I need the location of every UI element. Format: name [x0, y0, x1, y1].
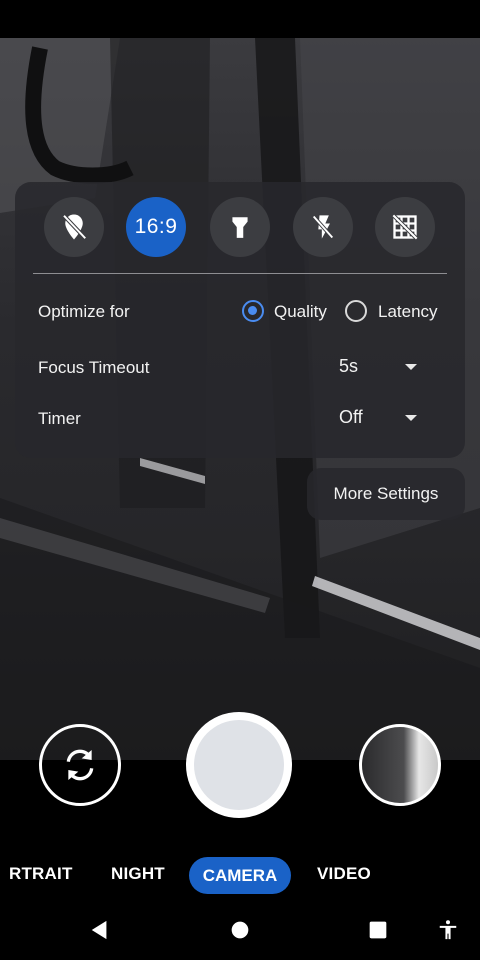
nav-recents-button[interactable]	[362, 914, 394, 946]
chevron-down-icon	[405, 364, 417, 370]
flashlight-icon	[232, 217, 248, 238]
back-icon	[91, 920, 107, 940]
focus-timeout-value: 5s	[339, 356, 359, 376]
focus-timeout-label: Focus Timeout	[38, 358, 150, 377]
latency-radio-label[interactable]: Latency	[378, 302, 438, 322]
timer-dropdown[interactable]: Off	[335, 403, 425, 433]
camera-app: 16:9 Optimize for Quality Latency Focus …	[0, 0, 480, 960]
chevron-down-icon	[405, 415, 417, 421]
torch-toggle-button[interactable]	[210, 197, 270, 257]
panel-divider	[33, 273, 447, 274]
focus-timeout-dropdown[interactable]: 5s	[335, 352, 425, 382]
accessibility-icon	[439, 920, 457, 940]
gallery-thumbnail[interactable]	[359, 724, 441, 806]
latency-radio[interactable]	[345, 300, 367, 322]
mode-portrait[interactable]: RTRAIT	[9, 864, 73, 884]
location-off-icon	[62, 214, 87, 240]
accessibility-button[interactable]	[432, 914, 464, 946]
nav-back-button[interactable]	[84, 914, 116, 946]
quality-radio[interactable]	[242, 300, 264, 322]
nav-home-button[interactable]	[224, 914, 256, 946]
quick-settings-panel: 16:9 Optimize for Quality Latency Focus …	[15, 182, 465, 458]
mode-night[interactable]: NIGHT	[111, 864, 165, 884]
shutter-button[interactable]	[186, 712, 292, 818]
optimize-label: Optimize for	[38, 302, 130, 321]
grid-off-icon	[391, 213, 419, 241]
shutter-inner	[194, 720, 284, 810]
home-icon	[231, 921, 249, 939]
switch-camera-button[interactable]	[39, 724, 121, 806]
aspect-ratio-label: 16:9	[134, 215, 178, 238]
more-settings-button[interactable]: More Settings	[307, 468, 465, 520]
flash-off-icon	[312, 215, 334, 239]
mode-camera[interactable]: CAMERA	[189, 857, 291, 894]
flash-toggle-button[interactable]	[293, 197, 353, 257]
mode-video[interactable]: VIDEO	[317, 864, 371, 884]
camera-flip-icon	[66, 749, 94, 781]
timer-label: Timer	[38, 409, 81, 428]
quality-radio-label[interactable]: Quality	[274, 302, 327, 322]
recents-icon	[369, 921, 387, 939]
aspect-ratio-button[interactable]: 16:9	[126, 197, 186, 257]
location-toggle-button[interactable]	[44, 197, 104, 257]
timer-value: Off	[339, 407, 363, 427]
grid-toggle-button[interactable]	[375, 197, 435, 257]
